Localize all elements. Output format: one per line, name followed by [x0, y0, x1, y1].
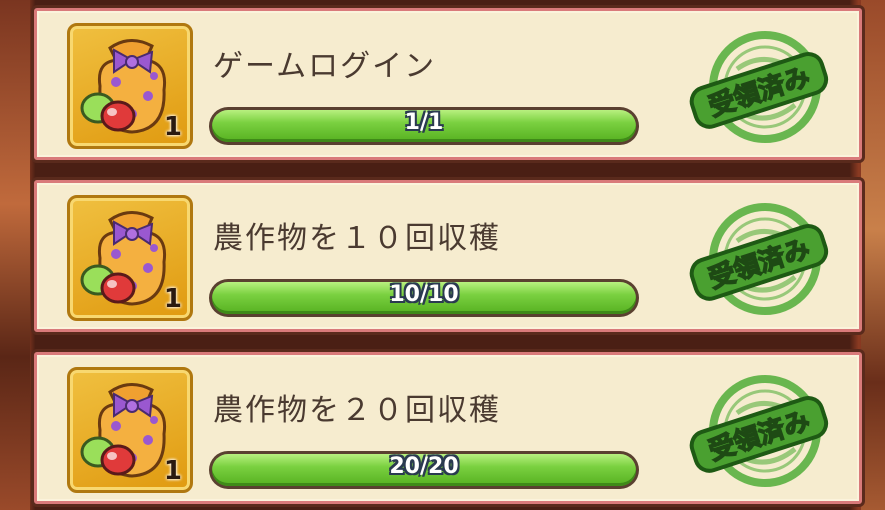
progress-text: 1/1: [404, 110, 444, 135]
mission-card[interactable]: 1 農作物を２０回収穫 20/20 受領済み: [34, 352, 862, 504]
progress-bar: 1/1: [209, 107, 639, 145]
reward-item[interactable]: 1: [67, 23, 193, 149]
mission-card[interactable]: 1 農作物を１０回収穫 10/10 受領済み: [34, 180, 862, 332]
reward-count: 1: [163, 112, 182, 142]
right-frame-border: [861, 0, 885, 510]
progress-bar: 10/10: [209, 279, 639, 317]
progress-text: 10/10: [389, 282, 459, 307]
claimed-stamp: 受領済み: [677, 29, 837, 149]
reward-count: 1: [163, 284, 182, 314]
reward-item[interactable]: 1: [67, 195, 193, 321]
claimed-stamp: 受領済み: [677, 201, 837, 321]
reward-item[interactable]: 1: [67, 367, 193, 493]
claimed-stamp: 受領済み: [677, 373, 837, 493]
mission-list-frame: 1 ゲームログイン 1/1 受領済み 1 農作物を１０回収穫 10/10 受領済…: [0, 0, 885, 510]
progress-text: 20/20: [389, 454, 459, 479]
mission-title: ゲームログイン: [213, 49, 437, 84]
progress-bar: 20/20: [209, 451, 639, 489]
mission-card[interactable]: 1 ゲームログイン 1/1 受領済み: [34, 8, 862, 160]
left-frame-border: [0, 0, 30, 510]
reward-count: 1: [163, 456, 182, 486]
mission-title: 農作物を１０回収穫: [213, 221, 501, 256]
mission-title: 農作物を２０回収穫: [213, 393, 501, 428]
